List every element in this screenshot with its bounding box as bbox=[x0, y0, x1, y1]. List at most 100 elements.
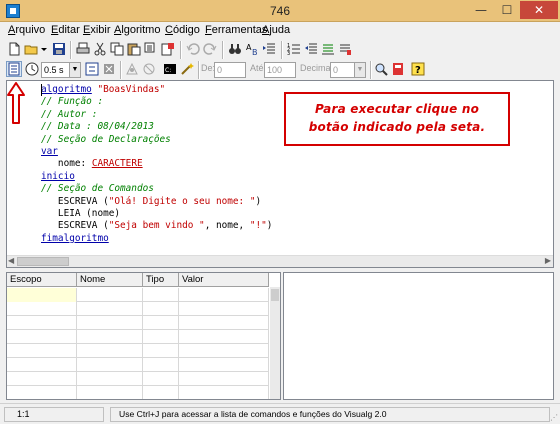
table-cell[interactable] bbox=[143, 386, 179, 399]
timed-run-clock-icon[interactable] bbox=[24, 61, 40, 77]
table-row[interactable] bbox=[7, 330, 269, 344]
open-dropdown-arrow-icon[interactable] bbox=[39, 41, 49, 57]
chevron-down-icon[interactable]: ▼ bbox=[354, 63, 365, 77]
close-button[interactable]: ✕ bbox=[520, 1, 558, 19]
table-cell[interactable] bbox=[77, 344, 143, 358]
paste-icon[interactable] bbox=[126, 41, 142, 57]
scroll-thumb[interactable] bbox=[271, 289, 279, 301]
table-cell[interactable] bbox=[179, 316, 269, 330]
col-header-valor[interactable]: Valor bbox=[179, 273, 269, 287]
code-line[interactable]: // Função : bbox=[41, 96, 103, 108]
table-cell[interactable] bbox=[179, 358, 269, 372]
menu-arquivo[interactable]: Arquivo bbox=[8, 24, 45, 36]
table-cell[interactable] bbox=[77, 330, 143, 344]
col-header-nome[interactable]: Nome bbox=[77, 273, 143, 287]
replace-icon[interactable]: AB bbox=[244, 41, 260, 57]
code-line[interactable]: inicio bbox=[41, 171, 75, 183]
zoom-search-icon[interactable] bbox=[373, 61, 389, 77]
unindent-icon[interactable] bbox=[303, 41, 319, 57]
table-cell[interactable] bbox=[179, 302, 269, 316]
step-by-step-icon[interactable] bbox=[84, 61, 100, 77]
find-binoculars-icon[interactable] bbox=[227, 41, 243, 57]
dos-output-icon[interactable]: C: bbox=[162, 61, 178, 77]
table-row[interactable] bbox=[7, 386, 269, 399]
speed-select[interactable]: 0.5 s ▼ bbox=[41, 62, 81, 78]
table-cell[interactable] bbox=[7, 372, 77, 386]
comment-block-icon[interactable] bbox=[320, 41, 336, 57]
table-cell[interactable] bbox=[143, 302, 179, 316]
copy-icon[interactable] bbox=[109, 41, 125, 57]
undo-icon[interactable] bbox=[185, 41, 201, 57]
code-line[interactable]: // Seção de Comandos bbox=[41, 183, 154, 195]
menu-algoritmo[interactable]: Algoritmo bbox=[114, 24, 160, 36]
table-cell[interactable] bbox=[77, 372, 143, 386]
table-cell[interactable] bbox=[7, 386, 77, 399]
table-row[interactable] bbox=[7, 372, 269, 386]
table-cell[interactable] bbox=[7, 302, 77, 316]
table-cell[interactable] bbox=[179, 386, 269, 399]
table-cell[interactable] bbox=[77, 288, 143, 302]
code-line[interactable]: fimalgoritmo bbox=[41, 233, 109, 245]
scroll-thumb[interactable] bbox=[17, 257, 69, 266]
chevron-down-icon[interactable]: ▼ bbox=[69, 63, 80, 77]
table-cell[interactable] bbox=[77, 302, 143, 316]
table-cell[interactable] bbox=[143, 330, 179, 344]
table-cell[interactable] bbox=[77, 316, 143, 330]
table-cell[interactable] bbox=[179, 344, 269, 358]
code-line[interactable]: var bbox=[41, 146, 58, 158]
cut-icon[interactable] bbox=[92, 41, 108, 57]
table-cell[interactable] bbox=[179, 288, 269, 302]
menu-exibir[interactable]: Exibir bbox=[83, 24, 111, 36]
code-line[interactable]: // Seção de Declarações bbox=[41, 134, 171, 146]
indent-icon[interactable] bbox=[261, 41, 277, 57]
code-line[interactable]: nome: CARACTERE bbox=[41, 158, 143, 170]
calculator-icon[interactable] bbox=[390, 61, 406, 77]
table-cell[interactable] bbox=[143, 288, 179, 302]
table-cell[interactable] bbox=[7, 358, 77, 372]
copy-all-icon[interactable] bbox=[143, 41, 159, 57]
table-cell[interactable] bbox=[77, 358, 143, 372]
menu-ferramentas[interactable]: Ferramentas bbox=[205, 24, 267, 36]
table-cell[interactable] bbox=[7, 316, 77, 330]
maximize-button[interactable]: ☐ bbox=[494, 1, 520, 19]
table-cell[interactable] bbox=[143, 372, 179, 386]
table-row[interactable] bbox=[7, 288, 269, 302]
run-program-icon[interactable] bbox=[6, 61, 22, 77]
new-file-icon[interactable] bbox=[6, 41, 22, 57]
table-row[interactable] bbox=[7, 302, 269, 316]
table-cell[interactable] bbox=[179, 330, 269, 344]
col-header-tipo[interactable]: Tipo bbox=[143, 273, 179, 287]
help-question-icon[interactable]: ? bbox=[410, 61, 426, 77]
code-line[interactable]: LEIA (nome) bbox=[41, 208, 120, 220]
menu-editar[interactable]: Editar bbox=[51, 24, 80, 36]
clear-breakpoints-icon[interactable] bbox=[141, 61, 157, 77]
table-cell[interactable] bbox=[7, 330, 77, 344]
table-row[interactable] bbox=[7, 316, 269, 330]
table-cell[interactable] bbox=[7, 288, 77, 302]
scroll-left-icon[interactable]: ◀ bbox=[8, 256, 14, 265]
stop-icon[interactable] bbox=[101, 61, 117, 77]
code-line[interactable]: ESCREVA ("Seja bem vindo ", nome, "!") bbox=[41, 220, 273, 232]
redo-icon[interactable] bbox=[202, 41, 218, 57]
variables-vertical-scrollbar[interactable] bbox=[270, 287, 280, 399]
toggle-breakpoint-icon[interactable] bbox=[124, 61, 140, 77]
code-line[interactable]: // Autor : bbox=[41, 109, 97, 121]
minimize-button[interactable]: — bbox=[468, 1, 494, 19]
table-row[interactable] bbox=[7, 344, 269, 358]
decimals-select[interactable]: 0 ▼ bbox=[330, 62, 366, 78]
table-cell[interactable] bbox=[143, 358, 179, 372]
scroll-right-icon[interactable]: ▶ bbox=[545, 256, 551, 265]
menu-codigo[interactable]: Código bbox=[165, 24, 200, 36]
code-line[interactable]: algoritmo "BoasVindas" bbox=[41, 84, 165, 96]
code-line[interactable]: ESCREVA ("Olá! Digite o seu nome: ") bbox=[41, 196, 261, 208]
table-cell[interactable] bbox=[179, 372, 269, 386]
code-line[interactable]: // Data : 08/04/2013 bbox=[41, 121, 154, 133]
editor-horizontal-scrollbar[interactable]: ◀ ▶ bbox=[7, 255, 553, 267]
table-row[interactable] bbox=[7, 358, 269, 372]
open-folder-icon[interactable] bbox=[23, 41, 39, 57]
menu-ajuda[interactable]: Ajuda bbox=[262, 24, 290, 36]
numbered-list-icon[interactable]: 123 bbox=[286, 41, 302, 57]
col-header-escopo[interactable]: Escopo bbox=[7, 273, 77, 287]
table-cell[interactable] bbox=[7, 344, 77, 358]
range-to-input[interactable]: 100 bbox=[264, 62, 296, 78]
